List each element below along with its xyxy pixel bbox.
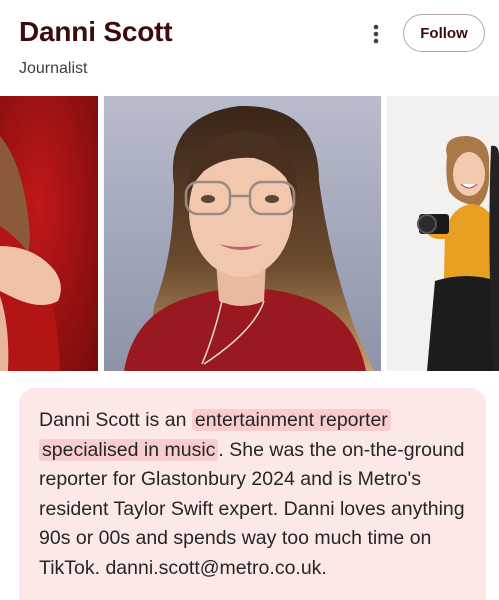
bio-text: Danni Scott is an entertainment reporter… <box>39 406 466 583</box>
follow-button[interactable]: Follow <box>403 14 485 52</box>
profile-header: Danni Scott Journalist Follow <box>0 0 499 96</box>
bio-card: Danni Scott is an entertainment reporter… <box>19 388 486 600</box>
bio-prefix: Danni Scott is an <box>39 409 192 431</box>
profile-subtitle: Journalist <box>19 60 88 77</box>
page-title: Danni Scott <box>19 16 173 47</box>
more-options-button[interactable] <box>362 20 390 48</box>
photo-with-camera[interactable] <box>387 96 499 371</box>
photo-portrait-red-sweater[interactable] <box>104 96 381 371</box>
photo-red-background[interactable] <box>0 96 98 371</box>
image-carousel[interactable] <box>0 96 499 371</box>
more-vert-icon <box>373 24 379 44</box>
